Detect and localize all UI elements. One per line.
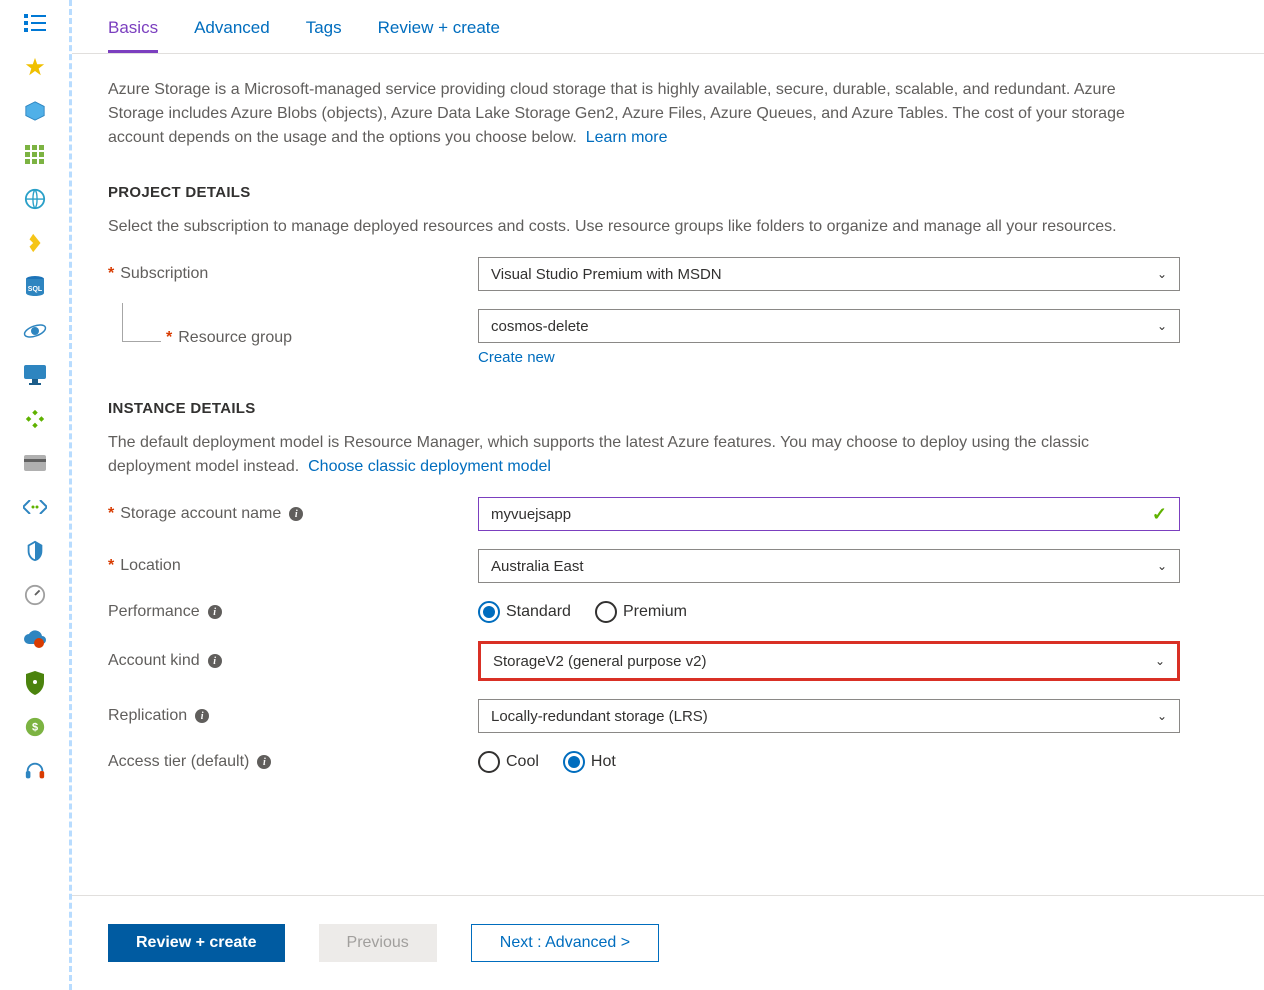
tier-hot-radio[interactable]: [563, 751, 585, 773]
cost-icon[interactable]: $: [22, 714, 48, 740]
chevron-down-icon: ⌄: [1155, 654, 1165, 668]
tab-basics[interactable]: Basics: [108, 0, 158, 53]
tier-hot-label: Hot: [591, 753, 616, 771]
box-icon[interactable]: [22, 98, 48, 124]
tier-cool-radio[interactable]: [478, 751, 500, 773]
globe-icon[interactable]: [22, 186, 48, 212]
svg-text:SQL: SQL: [27, 286, 42, 293]
svg-text:$: $: [31, 722, 37, 734]
next-button[interactable]: Next : Advanced >: [471, 924, 659, 962]
storage-name-label: *Storage account name i: [108, 505, 478, 523]
main-content: Basics Advanced Tags Review + create Azu…: [72, 0, 1264, 990]
subscription-label: *Subscription: [108, 265, 478, 283]
function-icon[interactable]: [22, 230, 48, 256]
subscription-value: Visual Studio Premium with MSDN: [491, 266, 722, 283]
monitor-icon[interactable]: [22, 362, 48, 388]
account-kind-label: Account kind i: [108, 652, 478, 670]
performance-standard-radio[interactable]: [478, 601, 500, 623]
resource-group-value: cosmos-delete: [491, 318, 589, 335]
instance-details-desc: The default deployment model is Resource…: [108, 431, 1168, 479]
tier-cool-label: Cool: [506, 753, 539, 771]
replication-value: Locally-redundant storage (LRS): [491, 708, 708, 725]
list-icon[interactable]: [22, 10, 48, 36]
location-label: *Location: [108, 557, 478, 575]
location-value: Australia East: [491, 558, 584, 575]
performance-premium-label: Premium: [623, 603, 687, 621]
advisor-icon[interactable]: [22, 538, 48, 564]
project-details-desc: Select the subscription to manage deploy…: [108, 215, 1168, 239]
access-tier-label: Access tier (default) i: [108, 753, 478, 771]
resource-group-select[interactable]: cosmos-delete ⌄: [478, 309, 1180, 343]
chevron-down-icon: ⌄: [1157, 267, 1167, 281]
info-icon[interactable]: i: [208, 605, 222, 619]
security-icon[interactable]: [22, 670, 48, 696]
tabs: Basics Advanced Tags Review + create: [72, 0, 1264, 54]
sql-icon[interactable]: SQL: [22, 274, 48, 300]
dev-icon[interactable]: [22, 406, 48, 432]
chevron-down-icon: ⌄: [1157, 559, 1167, 573]
subscription-select[interactable]: Visual Studio Premium with MSDN ⌄: [478, 257, 1180, 291]
tab-advanced[interactable]: Advanced: [194, 0, 270, 53]
resource-group-label: *Resource group: [108, 329, 478, 347]
star-icon[interactable]: [22, 54, 48, 80]
learn-more-link[interactable]: Learn more: [586, 129, 668, 146]
billing-icon[interactable]: [22, 450, 48, 476]
footer-buttons: Review + create Previous Next : Advanced…: [72, 895, 1264, 990]
replication-label: Replication i: [108, 707, 478, 725]
gauge-icon[interactable]: [22, 582, 48, 608]
storage-name-value: myvuejsapp: [491, 506, 571, 523]
account-kind-value: StorageV2 (general purpose v2): [493, 653, 706, 670]
info-icon[interactable]: i: [208, 654, 222, 668]
cloud-icon[interactable]: [22, 626, 48, 652]
sidebar: SQL $: [0, 0, 72, 990]
code-icon[interactable]: [22, 494, 48, 520]
review-create-button[interactable]: Review + create: [108, 924, 285, 962]
chevron-down-icon: ⌄: [1157, 709, 1167, 723]
performance-premium-radio[interactable]: [595, 601, 617, 623]
info-icon[interactable]: i: [257, 755, 271, 769]
intro-text: Azure Storage is a Microsoft-managed ser…: [108, 78, 1168, 150]
previous-button[interactable]: Previous: [319, 924, 437, 962]
account-kind-select[interactable]: StorageV2 (general purpose v2) ⌄: [478, 641, 1180, 681]
tab-tags[interactable]: Tags: [306, 0, 342, 53]
instance-details-title: INSTANCE DETAILS: [108, 400, 1228, 417]
performance-label: Performance i: [108, 603, 478, 621]
project-details-title: PROJECT DETAILS: [108, 184, 1228, 201]
info-icon[interactable]: i: [289, 507, 303, 521]
check-icon: ✓: [1152, 504, 1167, 525]
performance-standard-label: Standard: [506, 603, 571, 621]
chevron-down-icon: ⌄: [1157, 319, 1167, 333]
grid-icon[interactable]: [22, 142, 48, 168]
support-icon[interactable]: [22, 758, 48, 784]
replication-select[interactable]: Locally-redundant storage (LRS) ⌄: [478, 699, 1180, 733]
tab-review[interactable]: Review + create: [378, 0, 500, 53]
cosmos-icon[interactable]: [22, 318, 48, 344]
form-content: Azure Storage is a Microsoft-managed ser…: [72, 54, 1264, 895]
location-select[interactable]: Australia East ⌄: [478, 549, 1180, 583]
storage-name-input[interactable]: myvuejsapp ✓: [478, 497, 1180, 531]
create-new-link[interactable]: Create new: [478, 349, 555, 366]
classic-deployment-link[interactable]: Choose classic deployment model: [308, 458, 551, 475]
info-icon[interactable]: i: [195, 709, 209, 723]
